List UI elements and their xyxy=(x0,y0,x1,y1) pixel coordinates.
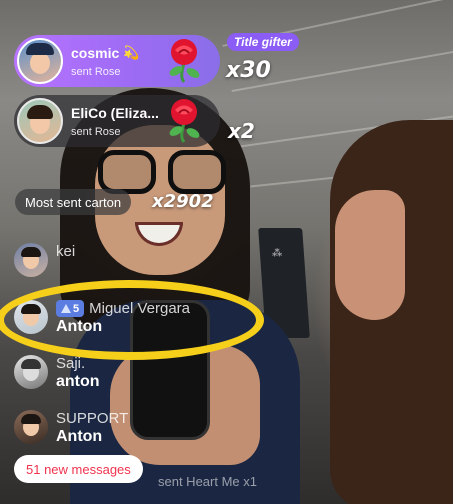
chat-message[interactable]: kei xyxy=(14,243,75,277)
sign-text: ⁂ xyxy=(272,248,283,259)
gift-count: x2 xyxy=(228,119,255,143)
highlight-circle-annotation xyxy=(0,280,264,360)
new-messages-button[interactable]: 51 new messages xyxy=(14,455,143,483)
chat-username[interactable]: kei xyxy=(56,243,75,260)
title-gifter-badge: Title gifter xyxy=(227,33,299,51)
faded-gift-notice: sent Heart Me x1 xyxy=(158,474,257,489)
chat-text: anton xyxy=(56,373,100,390)
avatar[interactable] xyxy=(17,38,63,84)
chat-username[interactable]: Saji. xyxy=(56,355,100,372)
most-sent-pill[interactable]: Most sent carton xyxy=(15,189,132,215)
avatar[interactable] xyxy=(14,410,48,444)
avatar[interactable] xyxy=(14,243,48,277)
chat-message[interactable]: SUPPORT Anton xyxy=(14,410,128,446)
rose-icon xyxy=(169,39,200,83)
rose-icon xyxy=(169,99,200,143)
chat-text: Anton xyxy=(56,428,103,445)
avatar[interactable] xyxy=(17,98,63,144)
sparkle-icon: 💫 xyxy=(123,44,140,60)
gift-sender-name: EliCo (Eliza... xyxy=(71,104,159,121)
gift-count: x30 xyxy=(226,58,271,83)
chat-username[interactable]: SUPPORT xyxy=(56,410,128,427)
avatar[interactable] xyxy=(14,355,48,389)
gift-sender-name: cosmic xyxy=(71,44,120,61)
most-sent-count: x2902 xyxy=(152,191,214,212)
chat-message[interactable]: Saji. anton xyxy=(14,355,100,391)
gift-action-text: sent Rose xyxy=(71,65,121,78)
gift-action-text: sent Rose xyxy=(71,125,121,138)
